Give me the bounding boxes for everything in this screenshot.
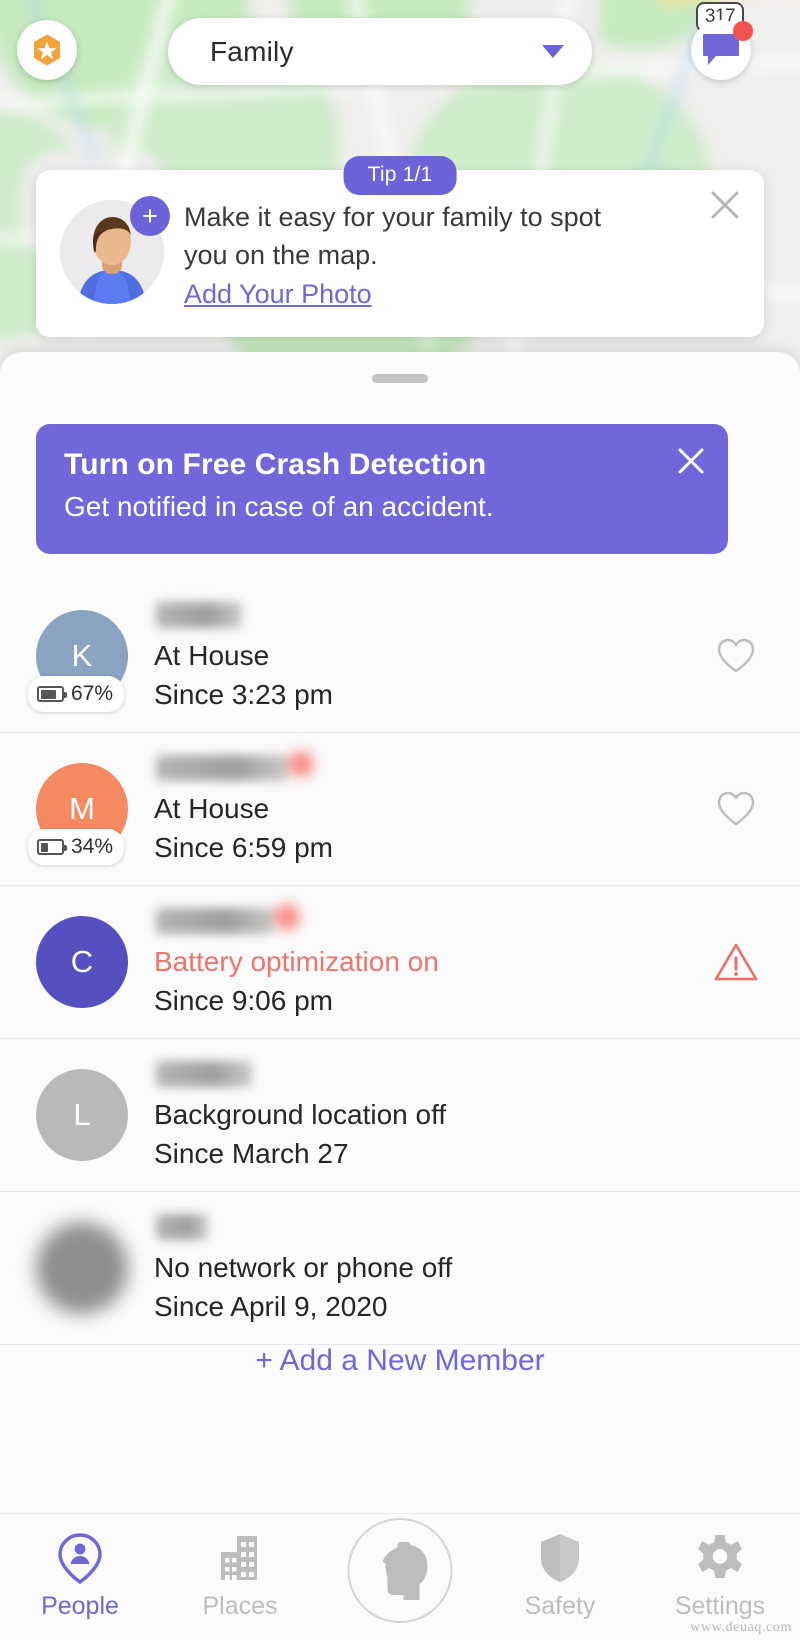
tab-settings[interactable]: Settings [640, 1514, 800, 1621]
tip-close-button[interactable] [708, 188, 742, 222]
add-photo-plus-icon[interactable]: + [130, 196, 170, 236]
messages-unread-dot [733, 21, 753, 41]
tip-card-wrapper: Tip 1/1 + Make it easy for your family t… [36, 156, 764, 337]
member-avatar-wrapper [36, 1222, 128, 1314]
battery-icon [37, 839, 67, 855]
tab-label: Settings [674, 1592, 766, 1620]
tab-label: Safety [524, 1592, 596, 1620]
tip-line-2: you on the map. [184, 240, 378, 271]
person-pin-icon [58, 1533, 102, 1584]
tip-text: Make it easy for your family to spot you… [184, 196, 740, 313]
tip-counter-badge: Tip 1/1 [343, 156, 457, 195]
tip-line-1: Make it easy for your family to spot [184, 202, 602, 232]
star-hexagon-icon [34, 34, 60, 66]
tab-places[interactable]: Places [160, 1514, 320, 1621]
member-since: Since 6:59 pm [154, 832, 333, 863]
heart-outline-icon [717, 638, 755, 673]
gear-icon [698, 1535, 742, 1578]
crash-banner-title: Turn on Free Crash Detection [64, 448, 487, 481]
tab-label: People [41, 1592, 119, 1620]
add-your-photo-link[interactable]: Add Your Photo [184, 275, 700, 313]
bottom-tab-bar: People Places Safety Settings [0, 1513, 800, 1640]
battery-badge: 34% [28, 829, 125, 865]
member-name-redacted [156, 754, 288, 781]
member-action[interactable] [708, 790, 764, 828]
heart-outline-icon [717, 791, 755, 826]
warning-triangle-icon [714, 943, 758, 981]
sheet-drag-handle[interactable] [372, 374, 428, 383]
member-avatar-wrapper: K 67% [28, 610, 128, 712]
tab-safety[interactable]: Safety [480, 1514, 640, 1621]
member-text: At House Since 6:59 pm [154, 753, 708, 866]
app-root: 317 Family Tip 1/1 + Make it easy for yo… [0, 0, 800, 1640]
members-sheet: Turn on Free Crash Detection Get notifie… [0, 352, 800, 1640]
messages-button[interactable] [691, 20, 753, 80]
member-avatar: C [36, 916, 128, 1008]
crash-banner-subtitle: Get notified in case of an accident. [64, 491, 494, 522]
member-list: K 67% At House Since 3:23 pm M 34% At House Sin… [0, 580, 800, 1345]
member-row[interactable]: C Battery optimization on Since 9:06 pm [0, 886, 800, 1039]
member-row[interactable]: No network or phone off Since April 9, 20… [0, 1192, 800, 1345]
driver-head-icon [382, 1541, 427, 1600]
member-avatar-wrapper: L [36, 1069, 128, 1161]
member-text: At House Since 3:23 pm [154, 600, 708, 713]
battery-percent-label: 67% [71, 682, 114, 705]
battery-badge: 67% [28, 676, 125, 712]
member-text: Battery optimization on Since 9:06 pm [154, 906, 708, 1019]
tip-avatar: + [60, 196, 170, 304]
member-avatar [36, 1222, 128, 1314]
crash-banner-close-button[interactable] [676, 446, 706, 476]
shield-icon [538, 1532, 582, 1584]
buildings-icon [215, 1532, 265, 1584]
circle-name-label: Family [210, 35, 294, 67]
member-avatar-wrapper: M 34% [28, 763, 128, 865]
member-avatar-wrapper: C [36, 916, 128, 1008]
member-text: No network or phone off Since April 9, 20… [154, 1212, 708, 1325]
gear-icon [695, 1532, 745, 1584]
member-since: Since 3:23 pm [154, 679, 333, 710]
member-action[interactable] [708, 942, 764, 982]
member-status: No network or phone off [154, 1251, 453, 1283]
member-status: At House [154, 639, 270, 671]
battery-icon [37, 686, 67, 702]
member-status: Background location off [154, 1098, 447, 1130]
member-row[interactable]: K 67% At House Since 3:23 pm [0, 580, 800, 733]
member-name-redacted [156, 1213, 208, 1240]
chevron-down-icon [542, 45, 564, 58]
member-text: Background location off Since March 27 [154, 1059, 708, 1172]
buildings-icon [221, 1536, 257, 1580]
site-watermark: www.deuaq.com [690, 1620, 792, 1635]
member-name-redacted [156, 907, 274, 934]
member-row[interactable]: M 34% At House Since 6:59 pm [0, 733, 800, 886]
tab-people[interactable]: People [0, 1514, 160, 1621]
member-since: Since 9:06 pm [154, 985, 333, 1016]
shield-icon [541, 1534, 579, 1582]
member-name-redacted [156, 1060, 252, 1087]
tip-card[interactable]: + Make it easy for your family to spot y… [36, 170, 764, 337]
member-status: At House [154, 792, 270, 824]
battery-percent-label: 34% [71, 835, 114, 858]
person-pin-icon [56, 1532, 104, 1584]
crash-detection-banner[interactable]: Turn on Free Crash Detection Get notifie… [36, 424, 728, 554]
member-action[interactable] [708, 637, 764, 675]
member-status: Battery optimization on [154, 945, 439, 977]
member-avatar: L [36, 1069, 128, 1161]
member-row[interactable]: L Background location off Since March 27 [0, 1039, 800, 1192]
membership-star-button[interactable] [17, 20, 77, 80]
driving-button-ring[interactable] [347, 1518, 453, 1623]
circle-selector[interactable]: Family [168, 18, 592, 85]
member-name-redacted [156, 601, 242, 628]
tab-driving[interactable] [320, 1514, 480, 1623]
tab-label: Places [202, 1592, 278, 1620]
add-new-member-button[interactable]: + Add a New Member [0, 1344, 800, 1378]
member-since: Since March 27 [154, 1138, 349, 1169]
member-since: Since April 9, 2020 [154, 1291, 388, 1322]
